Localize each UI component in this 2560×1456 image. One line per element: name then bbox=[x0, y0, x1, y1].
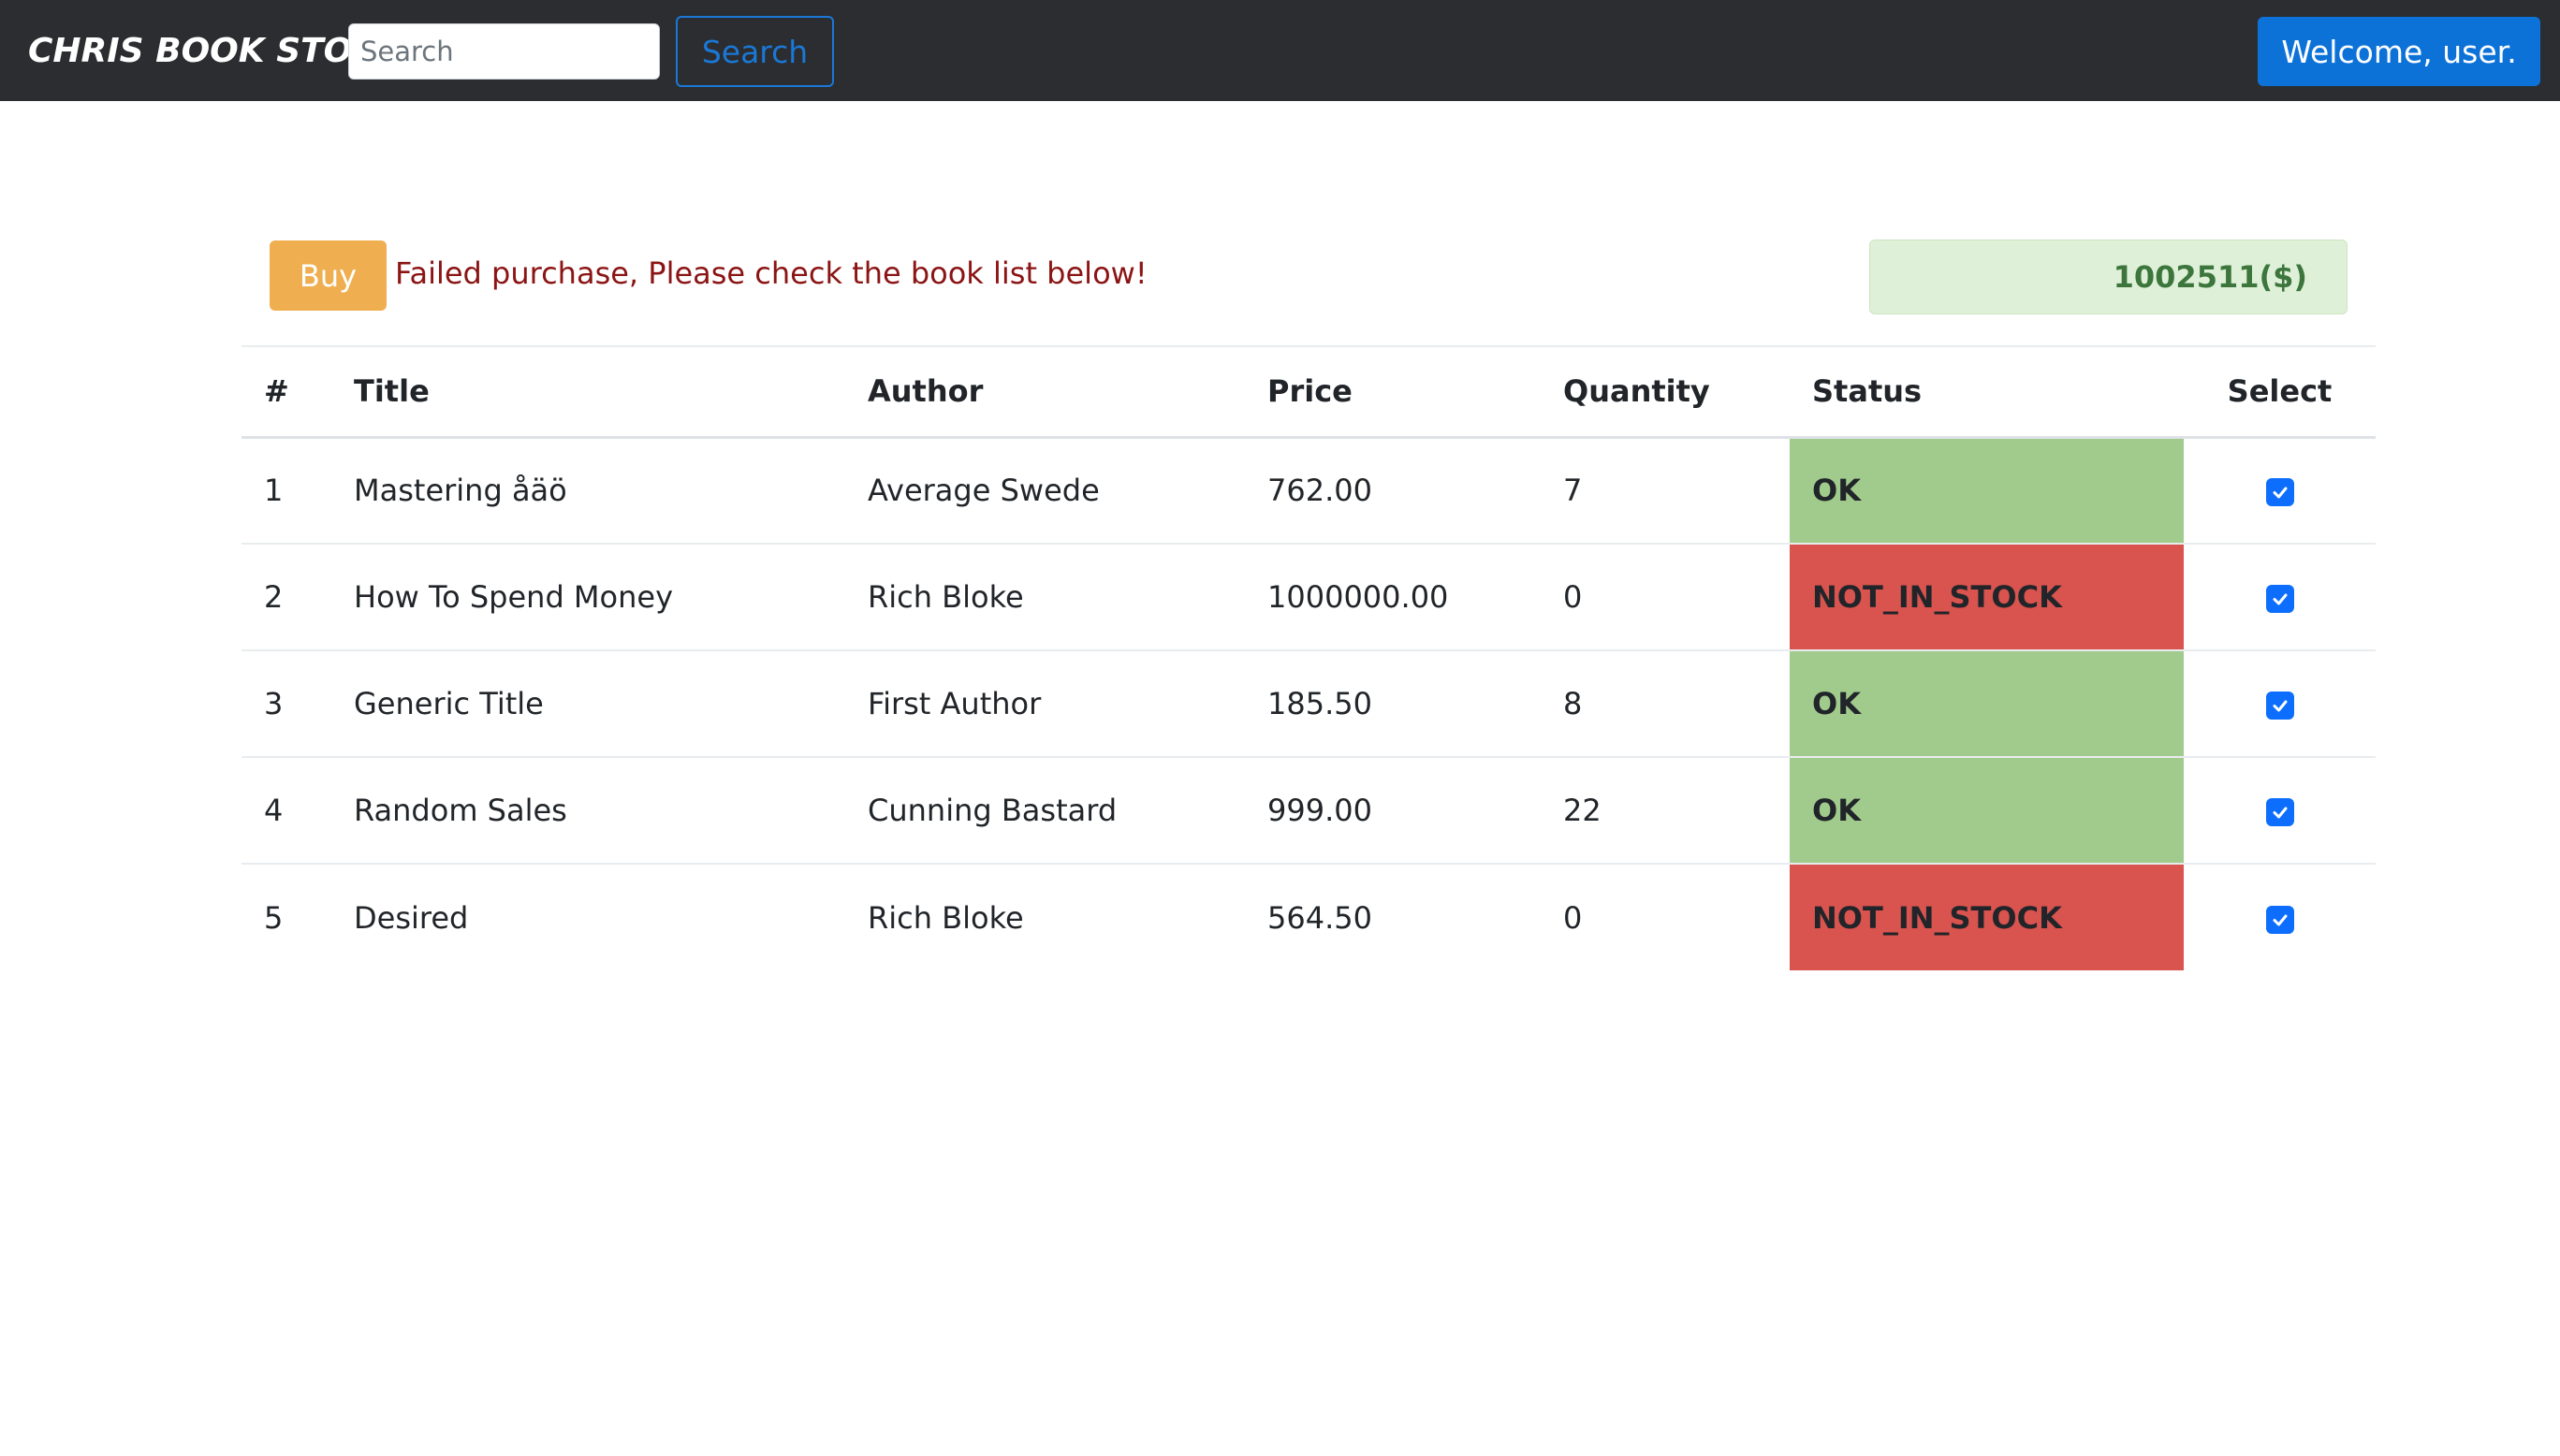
cell-quantity: 8 bbox=[1541, 650, 1790, 758]
header-select: Select bbox=[2184, 345, 2376, 439]
brand-logo[interactable]: Chris Book Store bbox=[28, 28, 402, 75]
cell-number: 5 bbox=[264, 899, 284, 936]
select-checkbox[interactable] bbox=[2265, 478, 2294, 507]
table-row: 2 How To Spend Money Rich Bloke 1000000.… bbox=[241, 544, 2376, 651]
cell-select bbox=[2184, 544, 2376, 651]
check-icon bbox=[2273, 700, 2287, 712]
cell-author: Rich Bloke bbox=[868, 899, 1024, 936]
cell-number: 1 bbox=[241, 437, 331, 545]
header-quantity: Quantity bbox=[1541, 345, 1790, 439]
cell-title: How To Spend Money bbox=[331, 544, 845, 651]
cell-number: 3 bbox=[241, 650, 331, 758]
balance-badge: 1002511($) bbox=[1869, 240, 2348, 314]
cell-status: NOT_IN_STOCK bbox=[1790, 864, 2184, 970]
purchase-error-message: Failed purchase, Please check the book l… bbox=[395, 255, 1148, 291]
header-number: # bbox=[241, 345, 331, 439]
cell-title: Mastering åäö bbox=[331, 437, 845, 545]
cell-quantity: 0 bbox=[1563, 899, 1583, 936]
cell-select bbox=[2184, 650, 2376, 758]
cell-author: First Author bbox=[845, 650, 1245, 758]
check-icon bbox=[2273, 593, 2287, 605]
cell-title: Generic Title bbox=[331, 650, 845, 758]
cell-status: OK bbox=[1790, 757, 2184, 865]
table-header-row: # Title Author Price Quantity Status Sel… bbox=[241, 345, 2376, 439]
cell-price: 999.00 bbox=[1245, 757, 1541, 865]
check-icon bbox=[2273, 914, 2287, 925]
header-author: Author bbox=[845, 345, 1245, 439]
search-button[interactable]: Search bbox=[676, 16, 834, 87]
cell-select bbox=[2184, 437, 2376, 545]
cell-status: OK bbox=[1790, 437, 2184, 545]
cell-status: OK bbox=[1790, 650, 2184, 758]
table-row: 1 Mastering åäö Average Swede 762.00 7 O… bbox=[241, 437, 2376, 545]
book-table: # Title Author Price Quantity Status Sel… bbox=[241, 345, 2376, 970]
cell-author: Rich Bloke bbox=[845, 544, 1245, 651]
cell-price: 564.50 bbox=[1267, 899, 1372, 936]
cell-price: 762.00 bbox=[1245, 437, 1541, 545]
cell-quantity: 0 bbox=[1541, 544, 1790, 651]
cell-number: 4 bbox=[241, 757, 331, 865]
search-input[interactable] bbox=[348, 23, 660, 80]
cell-select bbox=[2184, 757, 2376, 865]
select-checkbox[interactable] bbox=[2265, 798, 2294, 826]
select-checkbox[interactable] bbox=[2265, 585, 2294, 613]
cell-price: 185.50 bbox=[1245, 650, 1541, 758]
cell-number: 2 bbox=[241, 544, 331, 651]
cell-title: Desired bbox=[354, 899, 469, 936]
check-icon bbox=[2273, 807, 2287, 819]
cell-price: 1000000.00 bbox=[1245, 544, 1541, 651]
cell-select bbox=[2184, 864, 2376, 970]
table-row: 4 Random Sales Cunning Bastard 999.00 22… bbox=[241, 757, 2376, 865]
table-row: 3 Generic Title First Author 185.50 8 OK bbox=[241, 650, 2376, 758]
buy-button[interactable]: Buy bbox=[270, 240, 387, 311]
cell-status: NOT_IN_STOCK bbox=[1790, 544, 2184, 651]
table-row: 5 Desired Rich Bloke 564.50 0 NOT_IN_STO… bbox=[241, 864, 2376, 970]
cell-author: Cunning Bastard bbox=[845, 757, 1245, 865]
cell-quantity: 7 bbox=[1541, 437, 1790, 545]
header-status: Status bbox=[1790, 345, 2184, 439]
check-icon bbox=[2273, 487, 2287, 499]
header-title: Title bbox=[331, 345, 845, 439]
header-price: Price bbox=[1245, 345, 1541, 439]
cell-title: Random Sales bbox=[331, 757, 845, 865]
navbar: Chris Book Store Search Welcome, user. bbox=[0, 0, 2560, 101]
cell-quantity: 22 bbox=[1541, 757, 1790, 865]
select-checkbox[interactable] bbox=[2265, 692, 2294, 720]
welcome-user-button[interactable]: Welcome, user. bbox=[2258, 17, 2540, 86]
select-checkbox[interactable] bbox=[2265, 905, 2294, 934]
cell-author: Average Swede bbox=[845, 437, 1245, 545]
